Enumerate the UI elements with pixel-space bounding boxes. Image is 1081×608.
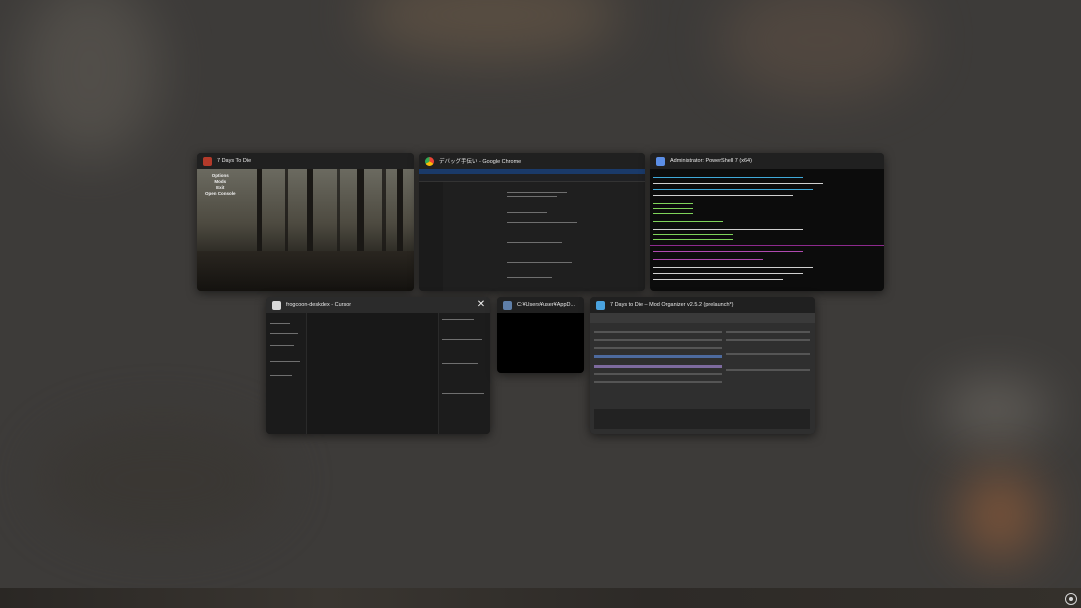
window-titlebar: 7 Days to Die – Mod Organizer v2.5.2 (pr…	[590, 297, 815, 313]
mod-organizer-icon	[596, 300, 605, 310]
window-title: C:¥Users¥user¥AppD...	[517, 302, 576, 308]
window-console[interactable]: C:¥Users¥user¥AppD...	[497, 297, 584, 373]
game-main-menu: Options Mods Exit Open Console	[205, 173, 236, 197]
window-thumbnail: Options Mods Exit Open Console	[197, 169, 414, 291]
game-menu-open-console: Open Console	[205, 191, 236, 196]
window-thumbnail	[590, 313, 815, 434]
powershell-icon	[656, 156, 665, 166]
window-title: frogcoon-deskdex - Cursor	[286, 302, 352, 308]
window-powershell[interactable]: Administrator: PowerShell 7 (x64)	[650, 153, 884, 291]
chrome-icon	[425, 156, 434, 166]
window-titlebar: 7 Days To Die	[197, 153, 414, 169]
settings-icon[interactable]	[1065, 593, 1077, 605]
console-icon	[503, 300, 512, 310]
window-titlebar: Administrator: PowerShell 7 (x64)	[650, 153, 884, 169]
window-titlebar: frogcoon-deskdex - Cursor ✕	[266, 297, 490, 313]
window-thumbnail	[650, 169, 884, 291]
window-cursor[interactable]: frogcoon-deskdex - Cursor ✕	[266, 297, 490, 434]
7dtd-game-icon	[203, 156, 212, 166]
window-thumbnail	[419, 169, 645, 291]
window-title: 7 Days to Die – Mod Organizer v2.5.2 (pr…	[610, 302, 734, 308]
window-thumbnail	[497, 313, 584, 373]
window-7-days-to-die[interactable]: 7 Days To Die Options Mods Exit Open Con…	[197, 153, 414, 291]
window-title: デバッグ手伝い - Google Chrome	[439, 159, 522, 165]
window-thumbnail	[266, 313, 490, 434]
taskbar	[0, 588, 1081, 608]
window-title: 7 Days To Die	[217, 158, 252, 164]
window-titlebar: デバッグ手伝い - Google Chrome	[419, 153, 645, 169]
window-mod-organizer[interactable]: 7 Days to Die – Mod Organizer v2.5.2 (pr…	[590, 297, 815, 434]
cursor-icon	[272, 300, 281, 310]
window-google-chrome[interactable]: デバッグ手伝い - Google Chrome	[419, 153, 645, 291]
close-icon[interactable]: ✕	[474, 298, 488, 312]
window-title: Administrator: PowerShell 7 (x64)	[670, 158, 752, 164]
window-titlebar: C:¥Users¥user¥AppD...	[497, 297, 584, 313]
